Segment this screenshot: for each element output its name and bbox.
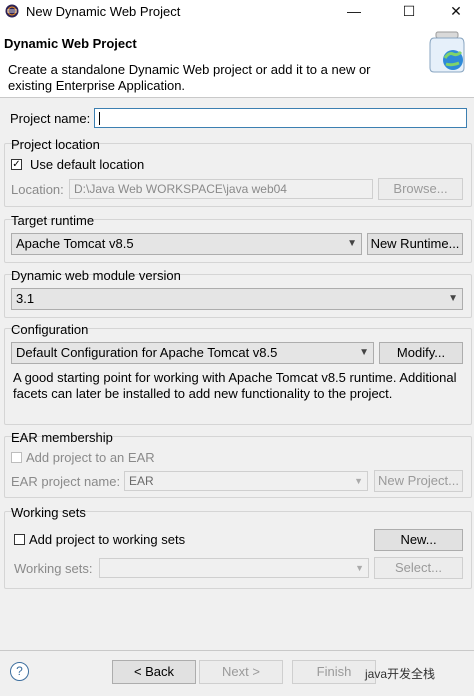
working-sets-field-label: Working sets: (14, 561, 93, 576)
page-title: Dynamic Web Project (4, 36, 137, 51)
back-button[interactable]: < Back (112, 660, 196, 684)
new-ear-project-button[interactable]: New Project... (374, 470, 463, 492)
working-sets-select[interactable]: ▼ (99, 558, 369, 578)
ear-project-name-select[interactable]: EAR ▼ (124, 471, 368, 491)
eclipse-app-icon (5, 4, 19, 18)
module-version-label: Dynamic web module version (11, 268, 181, 283)
configuration-select[interactable]: Default Configuration for Apache Tomcat … (11, 342, 374, 364)
location-label: Location: (11, 182, 64, 197)
text-cursor (99, 112, 100, 125)
configuration-label: Configuration (11, 322, 89, 337)
modify-button[interactable]: Modify... (379, 342, 463, 364)
module-version-select[interactable]: 3.1 ▼ (11, 288, 463, 310)
page-description: Create a standalone Dynamic Web project … (8, 62, 371, 93)
chevron-down-icon: ▼ (355, 563, 364, 573)
web-project-jar-icon (429, 31, 465, 73)
select-working-sets-button[interactable]: Select... (374, 557, 463, 579)
window-title: New Dynamic Web Project (26, 4, 181, 19)
target-runtime-select[interactable]: Apache Tomcat v8.5 ▼ (11, 233, 362, 255)
ear-project-name-value: EAR (129, 474, 154, 488)
new-working-set-button[interactable]: New... (374, 529, 463, 551)
configuration-note: A good starting point for working with A… (13, 370, 457, 401)
add-to-ear-checkbox[interactable] (11, 452, 22, 463)
finish-button[interactable]: Finish (292, 660, 376, 684)
watermark-text: java开发全栈 (365, 667, 436, 681)
close-button[interactable]: ✕ (438, 0, 474, 23)
chevron-down-icon: ▼ (448, 293, 458, 304)
module-version-value: 3.1 (16, 291, 35, 306)
project-name-label: Project name: (10, 111, 91, 126)
working-sets-label: Working sets (11, 505, 86, 520)
help-icon[interactable]: ? (10, 662, 29, 681)
next-button[interactable]: Next > (199, 660, 283, 684)
use-default-location-checkbox[interactable]: ✓ (11, 159, 22, 170)
use-default-location-label: Use default location (30, 157, 145, 172)
add-to-ear-label: Add project to an EAR (26, 450, 155, 465)
chevron-down-icon: ▼ (359, 347, 369, 358)
add-to-working-sets-checkbox[interactable] (14, 534, 25, 545)
project-name-input[interactable] (94, 108, 467, 128)
add-to-working-sets-label: Add project to working sets (29, 532, 186, 547)
ear-membership-label: EAR membership (11, 430, 113, 445)
maximize-button[interactable]: ☐ (391, 0, 427, 23)
chevron-down-icon: ▼ (354, 476, 363, 486)
project-location-label: Project location (11, 137, 100, 152)
target-runtime-value: Apache Tomcat v8.5 (16, 236, 134, 251)
browse-button[interactable]: Browse... (378, 178, 463, 200)
location-input[interactable]: D:\Java Web WORKSPACE\java web04 (69, 179, 373, 199)
chevron-down-icon: ▼ (347, 238, 357, 249)
target-runtime-label: Target runtime (11, 213, 95, 228)
configuration-value: Default Configuration for Apache Tomcat … (16, 345, 278, 360)
new-runtime-button[interactable]: New Runtime... (367, 233, 463, 255)
minimize-button[interactable]: — (336, 0, 372, 23)
ear-project-name-label: EAR project name: (11, 474, 121, 489)
